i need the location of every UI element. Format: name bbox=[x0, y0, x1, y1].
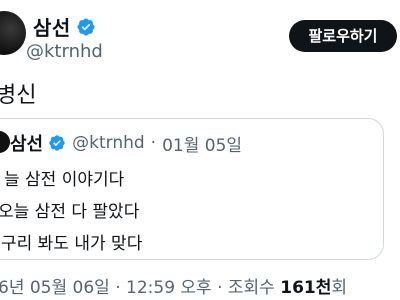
view-count-suffix: 회 bbox=[331, 278, 348, 298]
quoted-text-line: 구리 봐도 내가 맞다 bbox=[1, 234, 143, 254]
author-name[interactable]: 삼선 bbox=[33, 12, 71, 41]
quoted-author-name[interactable]: 삼선 bbox=[10, 130, 43, 156]
quoted-header: 삼선 @ktrnhd · 01월 05일 bbox=[10, 130, 242, 156]
quoted-post-date[interactable]: 01월 05일 bbox=[162, 131, 242, 156]
follow-button[interactable]: 팔로우하기 bbox=[289, 20, 397, 52]
quoted-text-line: 오늘 삼전 다 팔았다 bbox=[0, 202, 140, 222]
meta-separator: · bbox=[150, 133, 157, 153]
quoted-author-handle[interactable]: @ktrnhd bbox=[72, 133, 145, 153]
post-timestamp[interactable]: 6년 05월 06일 · 12:59 오후 · 조회수 bbox=[0, 278, 275, 298]
quoted-verified-badge-icon bbox=[49, 135, 65, 151]
post-footer-meta: 6년 05월 06일 · 12:59 오후 · 조회수 161천회 bbox=[0, 273, 347, 298]
post-text: 병신 bbox=[0, 83, 37, 108]
author-handle[interactable]: @ktrnhd bbox=[26, 41, 103, 62]
verified-badge-icon bbox=[77, 17, 95, 36]
author-avatar[interactable] bbox=[0, 11, 26, 55]
quoted-text-line: 늘 삼전 이야기다 bbox=[4, 170, 125, 190]
author-name-row: 삼선 bbox=[33, 12, 96, 41]
view-count: 161천 bbox=[280, 278, 332, 298]
